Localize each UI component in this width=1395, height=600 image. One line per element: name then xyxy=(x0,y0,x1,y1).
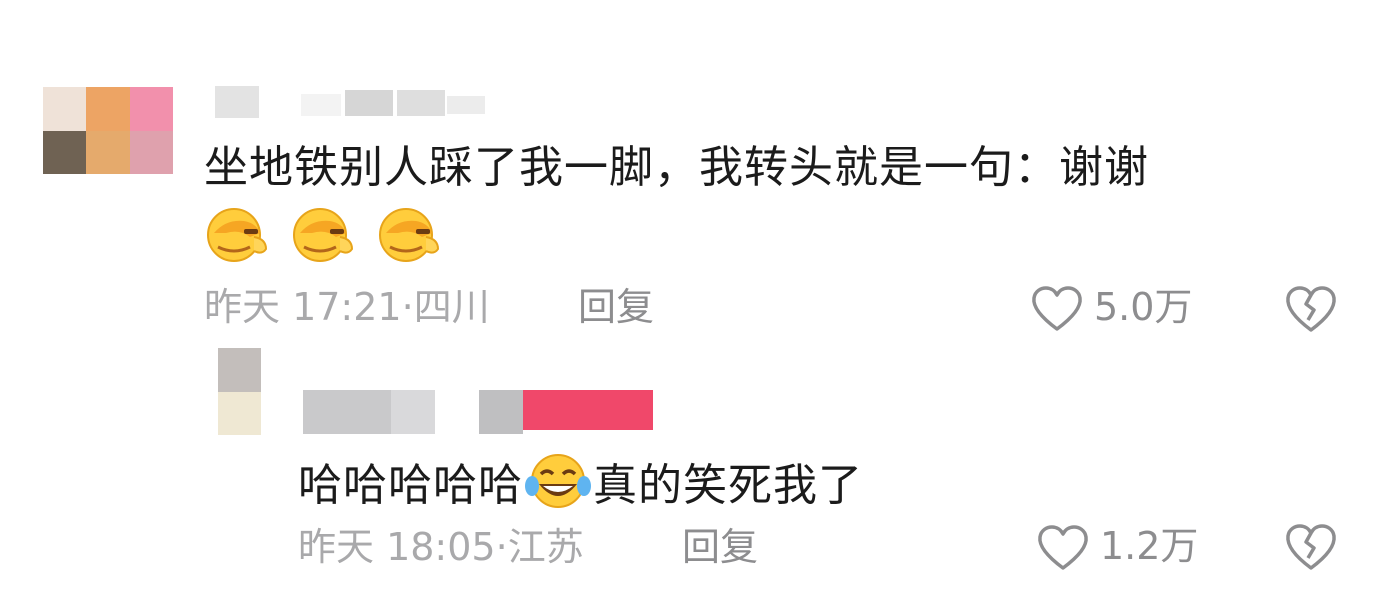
reply-button[interactable]: 回复 xyxy=(578,284,654,330)
reply-meta: 昨天 18:05·江苏 xyxy=(298,524,584,570)
reply-button[interactable]: 回复 xyxy=(682,524,758,570)
username-redacted[interactable] xyxy=(215,86,485,118)
reply-text-before: 哈哈哈哈哈 xyxy=(298,460,523,511)
broken-heart-icon[interactable] xyxy=(1284,522,1338,572)
facepalm-emoji xyxy=(207,208,268,262)
avatar[interactable] xyxy=(218,348,261,435)
tears-of-joy-emoji xyxy=(525,454,591,508)
avatar[interactable] xyxy=(43,87,173,174)
heart-outline-icon[interactable] xyxy=(1036,524,1090,572)
reply-time: 昨天 18:05 xyxy=(298,525,496,569)
heart-outline-icon[interactable] xyxy=(1030,285,1084,333)
reply-location: 江苏 xyxy=(507,525,584,569)
facepalm-emoji xyxy=(379,208,440,262)
like-count: 1.2万 xyxy=(1100,524,1199,568)
username-redacted[interactable] xyxy=(303,390,653,434)
comment-location: 四川 xyxy=(413,285,490,329)
like-count: 5.0万 xyxy=(1094,285,1193,329)
comment-time: 昨天 17:21 xyxy=(204,285,402,329)
separator: · xyxy=(401,285,414,329)
reply-text: 哈哈哈哈哈 真的笑死我了 xyxy=(298,452,863,514)
comment-meta: 昨天 17:21·四川 xyxy=(204,284,490,330)
reply-text-after: 真的笑死我了 xyxy=(593,460,863,511)
facepalm-emoji xyxy=(293,208,354,262)
separator: · xyxy=(495,525,508,569)
broken-heart-icon[interactable] xyxy=(1284,284,1338,334)
comment-text: 坐地铁别人踩了我一脚，我转头就是一句：谢谢 xyxy=(204,142,1149,193)
